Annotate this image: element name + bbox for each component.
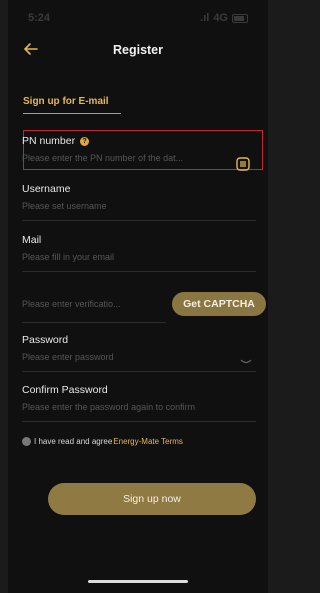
password-field[interactable]: Password Please enter password bbox=[22, 334, 256, 372]
network-label: 4G bbox=[213, 12, 228, 24]
username-field[interactable]: Username Please set username bbox=[22, 183, 256, 221]
battery-icon bbox=[232, 13, 248, 23]
divider bbox=[22, 322, 166, 323]
password-label: Password bbox=[22, 334, 69, 346]
confirm-password-input[interactable]: Please enter the password again to confi… bbox=[22, 402, 256, 412]
pn-number-label: PN number bbox=[22, 135, 76, 147]
pn-number-input[interactable]: Please enter the PN number of the dat... bbox=[22, 153, 256, 163]
agree-checkbox[interactable] bbox=[22, 437, 31, 446]
tab-underline bbox=[23, 113, 121, 114]
divider bbox=[22, 421, 256, 422]
username-input[interactable]: Please set username bbox=[22, 201, 256, 211]
home-indicator bbox=[88, 580, 188, 583]
divider bbox=[22, 271, 256, 272]
username-label: Username bbox=[22, 183, 71, 195]
signal-icon: .ıl bbox=[200, 12, 210, 24]
agreement-row: I have read and agree Energy-Mate Terms bbox=[22, 437, 183, 446]
header: Register bbox=[8, 40, 268, 62]
sign-up-button[interactable]: Sign up now bbox=[48, 483, 256, 515]
verification-input[interactable]: Please enter verificatio... bbox=[22, 299, 166, 309]
confirm-password-label: Confirm Password bbox=[22, 384, 108, 396]
divider bbox=[22, 220, 256, 221]
register-screen: 5:24 .ıl 4G Register Sign up for E-mail … bbox=[8, 0, 268, 593]
scan-icon[interactable] bbox=[236, 157, 250, 171]
eye-closed-icon[interactable] bbox=[240, 356, 252, 366]
question-icon[interactable]: ? bbox=[80, 136, 90, 146]
mail-input[interactable]: Please fill in your email bbox=[22, 252, 256, 262]
password-input[interactable]: Please enter password bbox=[22, 352, 256, 362]
status-bar: 5:24 .ıl 4G bbox=[8, 0, 268, 36]
pn-number-field[interactable]: PN number ? Please enter the PN number o… bbox=[22, 135, 256, 173]
terms-link[interactable]: Energy-Mate Terms bbox=[113, 437, 183, 446]
mail-label: Mail bbox=[22, 234, 42, 246]
agreement-text: I have read and agree bbox=[34, 437, 113, 446]
mail-field[interactable]: Mail Please fill in your email bbox=[22, 234, 256, 272]
divider bbox=[22, 371, 256, 372]
verification-field[interactable]: Please enter verificatio... bbox=[22, 291, 166, 323]
get-captcha-button[interactable]: Get CAPTCHA bbox=[172, 292, 266, 316]
confirm-password-field[interactable]: Confirm Password Please enter the passwo… bbox=[22, 384, 256, 422]
status-time: 5:24 bbox=[28, 12, 51, 24]
page-title: Register bbox=[112, 43, 164, 57]
tab-email-signup[interactable]: Sign up for E-mail bbox=[23, 96, 109, 107]
